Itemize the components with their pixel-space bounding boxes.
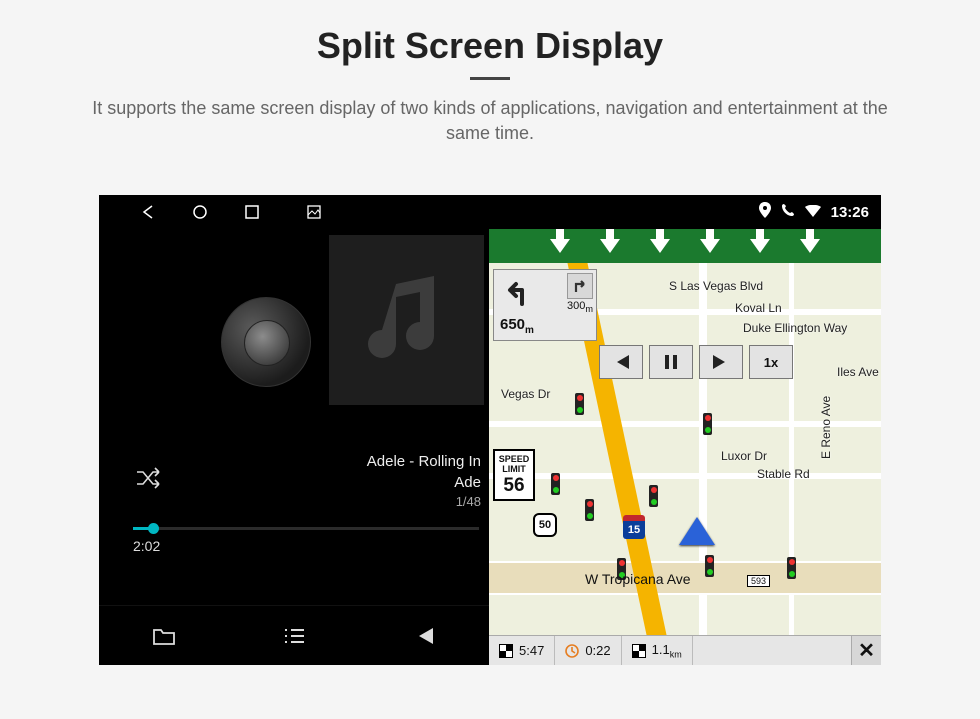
next-turn-icon	[567, 273, 593, 299]
recents-icon[interactable]	[243, 203, 261, 221]
speed-limit-sign: SPEED LIMIT 56	[493, 449, 535, 501]
time-remaining-value: 0:22	[585, 643, 610, 658]
navigation-pane: 13:26 S Las Vegas Blvd Koval Ln Duke Ell…	[489, 195, 881, 665]
route-shield: 50	[533, 513, 557, 537]
traffic-light-icon	[703, 413, 712, 435]
previous-track-button[interactable]	[410, 622, 438, 650]
traffic-light-icon	[551, 473, 560, 495]
sim-playback-controls: 1x	[599, 345, 793, 379]
street-label: Stable Rd	[757, 467, 810, 481]
next-turn-unit: m	[585, 304, 593, 314]
current-road-label: W Tropicana Ave	[585, 571, 691, 587]
music-player-pane: Adele - Rolling In Ade 1/48 2:02	[99, 195, 489, 665]
elapsed-time: 2:02	[133, 538, 479, 554]
street-label: Koval Ln	[735, 301, 782, 315]
wifi-icon	[805, 204, 821, 221]
turn-instruction-card: 300m 650m	[493, 269, 597, 341]
lane-arrow-icon	[800, 239, 820, 253]
track-info: Adele - Rolling In Ade 1/48	[367, 451, 481, 511]
turn-distance-unit: m	[525, 325, 534, 336]
close-button[interactable]: ✕	[851, 636, 881, 666]
street-label: S Las Vegas Blvd	[669, 279, 763, 293]
vehicle-cursor-icon	[679, 517, 715, 545]
clock-icon	[565, 644, 579, 658]
lane-arrow-icon	[750, 239, 770, 253]
phone-icon	[781, 203, 795, 221]
street-label: Iles Ave	[837, 365, 879, 379]
folder-button[interactable]	[150, 622, 178, 650]
sim-pause-button[interactable]	[649, 345, 693, 379]
lane-arrow-icon	[650, 239, 670, 253]
next-turn-distance: 300	[567, 300, 585, 312]
music-bottom-bar	[99, 605, 489, 665]
turn-distance: 650	[500, 316, 525, 333]
traffic-light-icon	[585, 499, 594, 521]
title-underline	[470, 77, 510, 80]
location-icon	[759, 202, 771, 222]
status-bar-right: 13:26	[489, 195, 881, 229]
traffic-light-icon	[787, 557, 796, 579]
home-icon[interactable]	[191, 203, 209, 221]
checkered-flag-icon	[632, 644, 646, 658]
sim-speed-button[interactable]: 1x	[749, 345, 793, 379]
track-index: 1/48	[367, 493, 481, 511]
page-subtitle: It supports the same screen display of t…	[50, 96, 930, 170]
back-icon[interactable]	[139, 203, 157, 221]
nav-footer-bar: 5:47 0:22 1.1km ✕	[489, 635, 881, 665]
time-remaining-cell[interactable]: 0:22	[555, 636, 621, 665]
playlist-button[interactable]	[280, 622, 308, 650]
eta-cell[interactable]: 5:47	[489, 636, 555, 665]
clock-time: 13:26	[831, 204, 869, 221]
lane-arrow-icon	[700, 239, 720, 253]
traffic-light-icon	[705, 555, 714, 577]
street-label: Duke Ellington Way	[743, 321, 847, 335]
android-nav-bar	[99, 195, 489, 229]
street-label: Vegas Dr	[501, 387, 550, 401]
image-icon	[305, 203, 323, 221]
page-title: Split Screen Display	[0, 25, 980, 67]
traffic-light-icon	[575, 393, 584, 415]
lane-arrow-icon	[600, 239, 620, 253]
checkered-flag-icon	[499, 644, 513, 658]
speed-limit-value: 56	[495, 475, 533, 497]
exit-number-sign: 593	[747, 575, 770, 587]
sim-next-button[interactable]	[699, 345, 743, 379]
shuffle-button[interactable]	[135, 467, 165, 494]
eta-value: 5:47	[519, 643, 544, 658]
distance-unit: km	[670, 649, 682, 659]
speed-limit-label: SPEED LIMIT	[495, 454, 533, 474]
street-label: Luxor Dr	[721, 449, 767, 463]
distance-value: 1.1	[652, 642, 670, 657]
volume-knob[interactable]	[221, 297, 311, 387]
track-artist: Ade	[367, 472, 481, 493]
interstate-shield: 15	[623, 515, 645, 539]
seek-bar[interactable]	[133, 527, 479, 530]
traffic-light-icon	[649, 485, 658, 507]
track-title: Adele - Rolling In	[367, 451, 481, 472]
distance-cell[interactable]: 1.1km	[622, 636, 693, 665]
street-label: E Reno Ave	[819, 396, 833, 459]
device-screen: Adele - Rolling In Ade 1/48 2:02	[99, 195, 881, 665]
sim-prev-button[interactable]	[599, 345, 643, 379]
album-art-placeholder	[329, 235, 484, 405]
lane-guidance-bar	[489, 229, 881, 263]
turn-left-icon	[498, 274, 532, 308]
lane-arrow-icon	[550, 239, 570, 253]
map-canvas[interactable]: S Las Vegas Blvd Koval Ln Duke Ellington…	[489, 263, 881, 635]
